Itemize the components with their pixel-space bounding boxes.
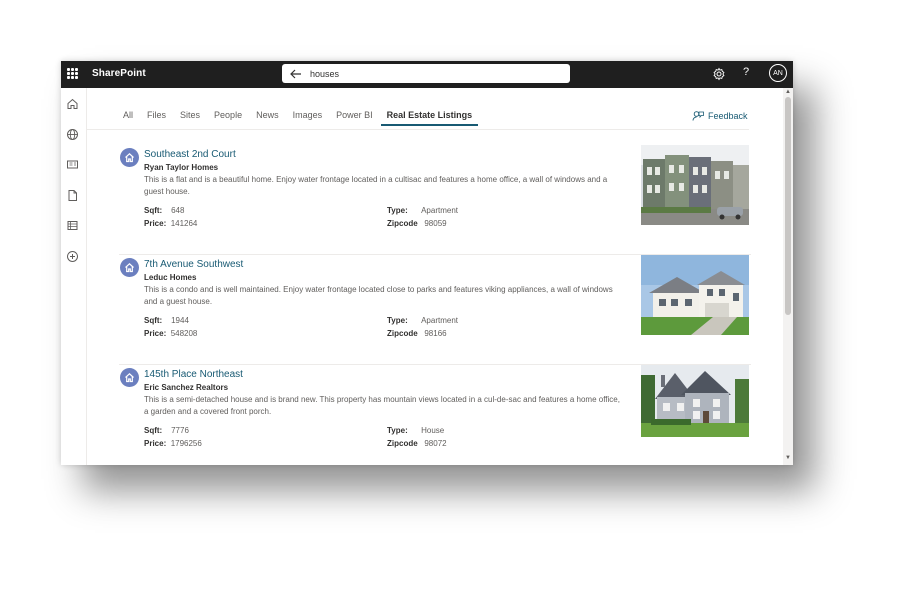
tab-sites[interactable]: Sites: [180, 110, 200, 130]
result-thumbnail[interactable]: [641, 365, 749, 437]
sharepoint-window: SharePoint ? AN: [61, 61, 793, 465]
feedback-button[interactable]: Feedback: [692, 110, 748, 121]
house-icon: [120, 148, 139, 167]
tab-real-estate-listings[interactable]: Real Estate Listings: [380, 110, 478, 130]
news-icon[interactable]: [66, 158, 79, 171]
search-input[interactable]: [306, 68, 560, 79]
type-value: Apartment: [421, 316, 458, 325]
zipcode-value: 98166: [424, 329, 447, 338]
app-launcher-icon[interactable]: [67, 68, 78, 79]
tabs-divider: [87, 129, 749, 130]
sqft-label: Sqft:: [144, 316, 163, 325]
type-label: Type:: [387, 426, 408, 435]
document-icon[interactable]: [66, 189, 79, 202]
sqft-value: 648: [171, 206, 185, 215]
price-value: 1796256: [170, 439, 202, 448]
tab-all[interactable]: All: [123, 110, 133, 130]
back-arrow-icon[interactable]: [286, 64, 306, 83]
scroll-down-icon[interactable]: ▼: [785, 455, 791, 461]
result-description: This is a semi-detached house and is bra…: [144, 395, 620, 416]
zipcode-label: Zipcode: [387, 219, 418, 228]
zipcode-label: Zipcode: [387, 329, 418, 338]
avatar[interactable]: AN: [769, 64, 787, 82]
type-value: House: [421, 426, 445, 435]
zipcode-label: Zipcode: [387, 439, 418, 448]
result-item: Southeast 2nd Court Ryan Taylor Homes Th…: [119, 145, 751, 255]
result-title-link[interactable]: 7th Avenue Southwest: [144, 259, 243, 270]
search-box[interactable]: [282, 64, 570, 83]
tab-news[interactable]: News: [256, 110, 279, 130]
type-label: Type:: [387, 206, 408, 215]
feedback-label: Feedback: [708, 110, 748, 121]
price-label: Price:: [144, 439, 167, 448]
result-thumbnail[interactable]: [641, 255, 749, 335]
list-icon[interactable]: [66, 219, 79, 232]
result-item: 7th Avenue Southwest Leduc Homes This is…: [119, 255, 751, 365]
price-label: Price:: [144, 219, 167, 228]
result-company: Ryan Taylor Homes: [144, 163, 219, 172]
app-name[interactable]: SharePoint: [92, 68, 146, 79]
globe-icon[interactable]: [66, 128, 79, 141]
help-icon[interactable]: ?: [743, 66, 749, 78]
left-nav-rail: [61, 88, 87, 465]
sqft-label: Sqft:: [144, 426, 163, 435]
zipcode-value: 98072: [424, 439, 447, 448]
result-thumbnail[interactable]: [641, 145, 749, 225]
tab-people[interactable]: People: [214, 110, 242, 130]
results-list: Southeast 2nd Court Ryan Taylor Homes Th…: [119, 145, 751, 465]
sqft-label: Sqft:: [144, 206, 163, 215]
scroll-up-icon[interactable]: ▲: [785, 89, 791, 95]
price-value: 141264: [170, 219, 198, 228]
result-description: This is a condo and is well maintained. …: [144, 285, 613, 306]
result-company: Leduc Homes: [144, 273, 197, 282]
house-icon: [120, 368, 139, 387]
type-value: Apartment: [421, 206, 458, 215]
result-title-link[interactable]: Southeast 2nd Court: [144, 149, 236, 160]
type-label: Type:: [387, 316, 408, 325]
tab-power-bi[interactable]: Power BI: [336, 110, 373, 130]
zipcode-value: 98059: [424, 219, 447, 228]
result-company: Eric Sanchez Realtors: [144, 383, 229, 392]
suite-header: SharePoint ? AN: [61, 61, 793, 88]
result-title-link[interactable]: 145th Place Northeast: [144, 369, 243, 380]
sqft-value: 1944: [171, 316, 189, 325]
search-verticals: All Files Sites People News Images Power…: [123, 110, 486, 130]
scrollbar[interactable]: ▲ ▼: [783, 88, 793, 465]
add-icon[interactable]: [66, 250, 79, 263]
tab-images[interactable]: Images: [293, 110, 323, 130]
result-item: 145th Place Northeast Eric Sanchez Realt…: [119, 365, 751, 465]
sqft-value: 7776: [171, 426, 189, 435]
price-value: 548208: [170, 329, 198, 338]
gear-icon[interactable]: [712, 67, 726, 81]
house-icon: [120, 258, 139, 277]
feedback-icon: [692, 111, 704, 121]
tab-files[interactable]: Files: [147, 110, 166, 130]
result-description: This is a flat and is a beautiful home. …: [144, 175, 608, 196]
scrollbar-thumb[interactable]: [785, 97, 791, 315]
price-label: Price:: [144, 329, 167, 338]
home-icon[interactable]: [66, 97, 79, 110]
